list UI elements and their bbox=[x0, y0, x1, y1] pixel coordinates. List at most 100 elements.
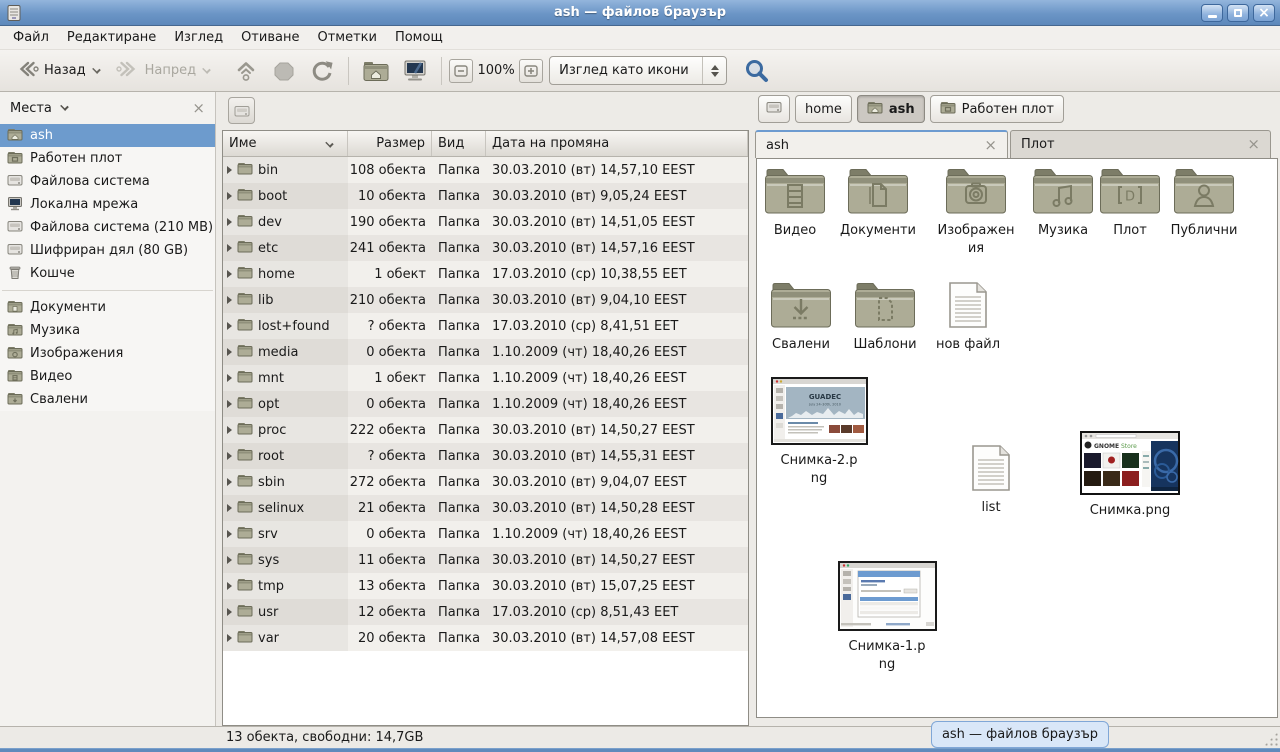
expander-icon[interactable] bbox=[227, 192, 232, 200]
sidebar-item-Файлова система (210 MB)[interactable]: Файлова система (210 MB) bbox=[0, 216, 215, 239]
column-header-Име[interactable]: Име bbox=[223, 131, 348, 156]
tab-ash[interactable]: ash× bbox=[755, 130, 1008, 158]
file-item-Документи[interactable]: Документи bbox=[832, 167, 924, 240]
table-row[interactable]: media0 обектаПапка 1.10.2009 (чт) 18,40,… bbox=[223, 339, 748, 365]
table-row[interactable]: usr12 обектаПапка17.03.2010 (ср) 8,51,43… bbox=[223, 599, 748, 625]
up-button[interactable] bbox=[227, 56, 265, 86]
expander-icon[interactable] bbox=[227, 270, 232, 278]
column-header-Размер[interactable]: Размер bbox=[348, 131, 432, 156]
expander-icon[interactable] bbox=[227, 478, 232, 486]
sidebar-item-Локална мрежа[interactable]: Локална мрежа bbox=[0, 193, 215, 216]
places-header[interactable]: Места × bbox=[0, 92, 215, 124]
breadcrumb-home[interactable]: home bbox=[795, 95, 852, 123]
breadcrumb-ash[interactable]: ash bbox=[857, 95, 925, 123]
forward-button[interactable]: Напред bbox=[109, 55, 219, 87]
expander-icon[interactable] bbox=[227, 374, 232, 382]
expander-icon[interactable] bbox=[227, 322, 232, 330]
column-header-Дата на промяна[interactable]: Дата на промяна bbox=[486, 131, 748, 156]
table-row[interactable]: boot10 обектаПапка30.03.2010 (вт) 9,05,2… bbox=[223, 183, 748, 209]
close-button[interactable]: × bbox=[1253, 4, 1275, 22]
table-row[interactable]: sys11 обектаПапка30.03.2010 (вт) 14,50,2… bbox=[223, 547, 748, 573]
maximize-button[interactable] bbox=[1227, 4, 1249, 22]
sidebar-item-Документи[interactable]: Документи bbox=[0, 296, 215, 319]
file-item-Изображения[interactable]: Изображения bbox=[934, 167, 1018, 257]
table-row[interactable]: root? обектаПапка30.03.2010 (вт) 14,55,3… bbox=[223, 443, 748, 469]
sidebar-item-Свалени[interactable]: Свалени bbox=[0, 388, 215, 411]
table-row[interactable]: etc241 обектаПапка30.03.2010 (вт) 14,57,… bbox=[223, 235, 748, 261]
menu-item-Отиване[interactable]: Отиване bbox=[232, 26, 308, 49]
menu-item-Изглед[interactable]: Изглед bbox=[165, 26, 232, 49]
file-item-Снимка.png[interactable]: GNOMEStoreСнимка.png bbox=[1078, 431, 1182, 520]
back-button[interactable]: Назад bbox=[8, 55, 109, 87]
computer-button[interactable] bbox=[396, 55, 434, 86]
table-row[interactable]: dev190 обектаПапка30.03.2010 (вт) 14,51,… bbox=[223, 209, 748, 235]
expander-icon[interactable] bbox=[227, 426, 232, 434]
expander-icon[interactable] bbox=[227, 296, 232, 304]
sidebar-item-Видео[interactable]: Видео bbox=[0, 365, 215, 388]
sidebar-close-icon[interactable]: × bbox=[192, 101, 205, 116]
view-mode-select[interactable]: Изглед като икони bbox=[549, 56, 727, 85]
expander-icon[interactable] bbox=[227, 608, 232, 616]
file-item-Свалени[interactable]: Свалени bbox=[761, 281, 841, 354]
table-row[interactable]: selinux21 обектаПапка30.03.2010 (вт) 14,… bbox=[223, 495, 748, 521]
table-row[interactable]: home1 обектПапка17.03.2010 (ср) 10,38,55… bbox=[223, 261, 748, 287]
expander-icon[interactable] bbox=[227, 218, 232, 226]
expander-icon[interactable] bbox=[227, 556, 232, 564]
stop-button[interactable] bbox=[265, 56, 303, 86]
table-row[interactable]: bin108 обектаПапка30.03.2010 (вт) 14,57,… bbox=[223, 157, 748, 183]
resize-grip[interactable] bbox=[1264, 732, 1278, 746]
close-icon[interactable]: × bbox=[1247, 137, 1260, 152]
file-item-Публични[interactable]: Публични bbox=[1162, 167, 1246, 240]
table-row[interactable]: proc222 обектаПапка30.03.2010 (вт) 14,50… bbox=[223, 417, 748, 443]
expander-icon[interactable] bbox=[227, 504, 232, 512]
window-list-tooltip[interactable]: ash — файлов браузър bbox=[931, 721, 1109, 748]
tab-Плот[interactable]: Плот× bbox=[1010, 130, 1271, 158]
table-row[interactable]: lost+found? обектаПапка17.03.2010 (ср) 8… bbox=[223, 313, 748, 339]
file-item-Снимка-1.png[interactable]: Снимка-1.png bbox=[847, 561, 927, 673]
file-item-Шаблони[interactable]: Шаблони bbox=[845, 281, 925, 354]
expander-icon[interactable] bbox=[227, 244, 232, 252]
file-item-нов файл[interactable]: нов файл bbox=[928, 281, 1008, 354]
expander-icon[interactable] bbox=[227, 166, 232, 174]
home-button[interactable] bbox=[356, 56, 396, 86]
menu-item-Помощ[interactable]: Помощ bbox=[386, 26, 452, 49]
sidebar-item-Музика[interactable]: Музика bbox=[0, 319, 215, 342]
reload-button[interactable] bbox=[303, 56, 341, 86]
table-row[interactable]: sbin272 обектаПапка30.03.2010 (вт) 9,04,… bbox=[223, 469, 748, 495]
table-row[interactable]: srv0 обектаПапка 1.10.2009 (чт) 18,40,26… bbox=[223, 521, 748, 547]
menu-item-Файл[interactable]: Файл bbox=[4, 26, 58, 49]
table-row[interactable]: tmp13 обектаПапка30.03.2010 (вт) 15,07,2… bbox=[223, 573, 748, 599]
expander-icon[interactable] bbox=[227, 400, 232, 408]
close-icon[interactable]: × bbox=[984, 138, 997, 153]
table-row[interactable]: lib210 обектаПапка30.03.2010 (вт) 9,04,1… bbox=[223, 287, 748, 313]
zoom-out-button[interactable] bbox=[449, 59, 473, 83]
minimize-button[interactable] bbox=[1201, 4, 1223, 22]
expander-icon[interactable] bbox=[227, 634, 232, 642]
sidebar-item-Работен плот[interactable]: Работен плот bbox=[0, 147, 215, 170]
breadcrumb-Работен плот[interactable]: Работен плот bbox=[930, 95, 1064, 123]
sidebar-item-Шифриран дял (80 GB)[interactable]: Шифриран дял (80 GB) bbox=[0, 239, 215, 262]
search-button[interactable] bbox=[737, 54, 777, 88]
expander-icon[interactable] bbox=[227, 530, 232, 538]
file-item-list[interactable]: list bbox=[961, 444, 1021, 517]
menu-item-Отметки[interactable]: Отметки bbox=[308, 26, 385, 49]
pane-toggle-button[interactable] bbox=[228, 97, 255, 124]
sidebar-item-Изображения[interactable]: Изображения bbox=[0, 342, 215, 365]
file-item-Плот[interactable]: DПлот bbox=[1098, 167, 1162, 240]
breadcrumb-root[interactable] bbox=[758, 95, 790, 123]
column-header-Вид[interactable]: Вид bbox=[432, 131, 486, 156]
sidebar-item-Кошче[interactable]: Кошче bbox=[0, 262, 215, 285]
expander-icon[interactable] bbox=[227, 348, 232, 356]
table-row[interactable]: mnt1 обектПапка 1.10.2009 (чт) 18,40,26 … bbox=[223, 365, 748, 391]
file-item-Музика[interactable]: Музика bbox=[1025, 167, 1101, 240]
file-item-Видео[interactable]: Видео bbox=[757, 167, 833, 240]
table-row[interactable]: var20 обектаПапка30.03.2010 (вт) 14,57,0… bbox=[223, 625, 748, 651]
table-row[interactable]: opt0 обектаПапка 1.10.2009 (чт) 18,40,26… bbox=[223, 391, 748, 417]
file-item-Снимка-2.png[interactable]: GUADECJuly 24–30th, 2010Снимка-2.png bbox=[779, 377, 859, 487]
expander-icon[interactable] bbox=[227, 582, 232, 590]
zoom-in-button[interactable] bbox=[519, 59, 543, 83]
expander-icon[interactable] bbox=[227, 452, 232, 460]
menu-item-Редактиране[interactable]: Редактиране bbox=[58, 26, 165, 49]
sidebar-item-ash[interactable]: ash bbox=[0, 124, 215, 147]
sidebar-item-Файлова система[interactable]: Файлова система bbox=[0, 170, 215, 193]
